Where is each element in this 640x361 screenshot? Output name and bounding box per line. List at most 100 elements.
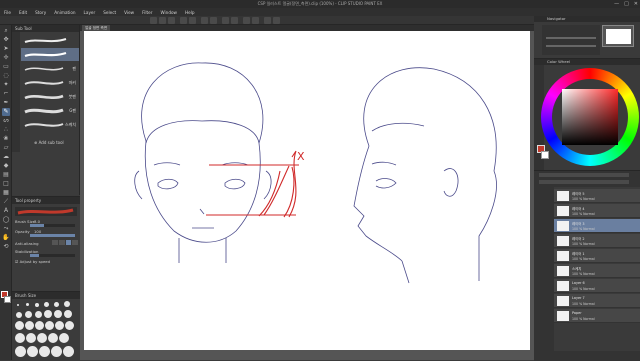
eyedropper-tool-icon[interactable]: ⌐ [2,90,10,98]
menu-file[interactable]: File [4,10,11,15]
ruler-tool-icon[interactable]: ⟋ [2,198,10,206]
open-file-icon[interactable] [159,17,166,24]
wand-tool-icon[interactable]: ✦ [2,81,10,89]
figure-tool-icon[interactable]: □ [2,180,10,188]
airbrush-tool-icon[interactable]: ∴ [2,126,10,134]
size-preset[interactable] [65,321,74,330]
size-preset[interactable] [37,333,47,343]
close-icon[interactable]: ✕ [634,1,638,7]
size-preset[interactable] [17,304,19,306]
brush-item-active[interactable] [21,48,79,61]
brush-tool-icon[interactable]: ᔕ [2,117,10,125]
adjust-speed-row[interactable]: ☑ Adjust by speed [15,259,50,264]
saturation-value-square[interactable] [562,89,618,145]
rotate-tool-icon[interactable]: ⟲ [2,243,10,251]
brush-item[interactable]: 마커 [21,76,79,89]
hue-ring[interactable] [541,68,639,166]
sub-color-swatch[interactable] [4,296,11,303]
lasso-tool-icon[interactable]: ◌ [2,72,10,80]
eraser-tool-icon[interactable]: ▱ [2,144,10,152]
layer-row-active[interactable]: 레이어 3 100 % Normal [554,219,640,233]
size-preset[interactable] [26,333,36,343]
layer-row[interactable]: Layer 7 100 % Normal [554,294,640,308]
size-preset[interactable] [25,321,34,330]
menu-edit[interactable]: Edit [19,10,27,15]
layer-row[interactable]: 레이어 2 100 % Normal [554,234,640,248]
snap-ruler-icon[interactable] [264,17,271,24]
hand-tool-icon[interactable]: ✋ [2,234,10,242]
navigator-thumbnail[interactable] [602,25,634,47]
clear-icon[interactable] [201,17,208,24]
layer-row[interactable]: 레이어 4 100 % Normal [554,204,640,218]
size-preset[interactable] [25,311,32,318]
size-preset[interactable] [54,310,62,318]
size-preset[interactable] [48,333,58,343]
deselect-icon[interactable] [222,17,229,24]
size-preset[interactable] [15,346,26,357]
selection-tool-icon[interactable]: ▭ [2,63,10,71]
fill-icon[interactable] [210,17,217,24]
blend-mode-select[interactable] [539,173,629,177]
size-preset[interactable] [35,321,44,330]
size-preset[interactable] [59,333,69,343]
size-preset[interactable] [27,346,38,357]
pencil-tool-icon[interactable]: ✎ [2,108,10,116]
antialias-options[interactable] [52,240,78,245]
size-preset[interactable] [64,301,70,307]
new-file-icon[interactable] [150,17,157,24]
opacity-slider[interactable] [30,234,75,237]
undo-icon[interactable] [180,17,187,24]
menu-window[interactable]: Window [160,10,177,15]
size-preset[interactable] [44,310,52,318]
size-preset[interactable] [63,346,74,357]
menu-animation[interactable]: Animation [54,10,75,15]
brush-size-slider[interactable] [30,224,75,227]
zoom-tool-icon[interactable]: ⌕ [2,27,10,35]
size-preset[interactable] [35,303,39,307]
pen-tool-icon[interactable]: ✒ [2,99,10,107]
menu-filter[interactable]: Filter [142,10,152,15]
maximize-icon[interactable]: □ [624,1,629,7]
stabilization-slider[interactable] [30,254,75,257]
size-preset[interactable] [44,302,49,307]
transform-icon[interactable] [243,17,250,24]
text-tool-icon[interactable]: A [2,207,10,215]
brush-item[interactable] [21,34,79,47]
size-preset[interactable] [51,346,62,357]
correct-line-icon[interactable]: ⤳ [2,225,10,233]
brush-item[interactable]: 붓펜 [21,90,79,103]
layer-row[interactable]: 스케치 100 % Normal [554,264,640,278]
zoom-slider[interactable] [546,37,596,39]
operation-tool-icon[interactable]: ➤ [2,45,10,53]
main-sub-color[interactable] [0,290,12,306]
size-preset[interactable] [54,302,59,307]
move-tool-icon[interactable]: ✥ [2,36,10,44]
menu-story[interactable]: Story [35,10,46,15]
menu-select[interactable]: Select [103,10,116,15]
decoration-tool-icon[interactable]: ❀ [2,135,10,143]
rotate-slider[interactable] [546,45,596,47]
layer-row[interactable]: Paper 100 % Normal [554,309,640,323]
canvas-paper[interactable]: X [84,31,530,350]
size-preset[interactable] [45,321,54,330]
menu-view[interactable]: View [124,10,134,15]
scale-icon[interactable] [252,17,259,24]
size-preset[interactable] [39,346,50,357]
layer-move-icon[interactable]: ✢ [2,54,10,62]
brush-item[interactable]: G펜 [21,104,79,117]
balloon-tool-icon[interactable]: ◯ [2,216,10,224]
subtool-group-tabs[interactable] [12,32,20,152]
gradient-tool-icon[interactable]: ▤ [2,171,10,179]
add-subtool-button[interactable]: ⊕ Add sub tool [34,140,64,145]
brush-item[interactable]: 펜 [21,62,79,75]
size-preset[interactable] [35,311,42,318]
minimize-icon[interactable]: — [614,1,619,7]
layer-row[interactable]: Layer 6 100 % Normal [554,279,640,293]
fill-tool-icon[interactable]: ◆ [2,162,10,170]
size-preset[interactable] [15,321,24,330]
snap-grid-icon[interactable] [273,17,280,24]
size-preset[interactable] [64,310,72,318]
sub-color-swatch[interactable] [541,151,549,159]
size-preset[interactable] [15,333,25,343]
size-preset[interactable] [16,312,22,318]
